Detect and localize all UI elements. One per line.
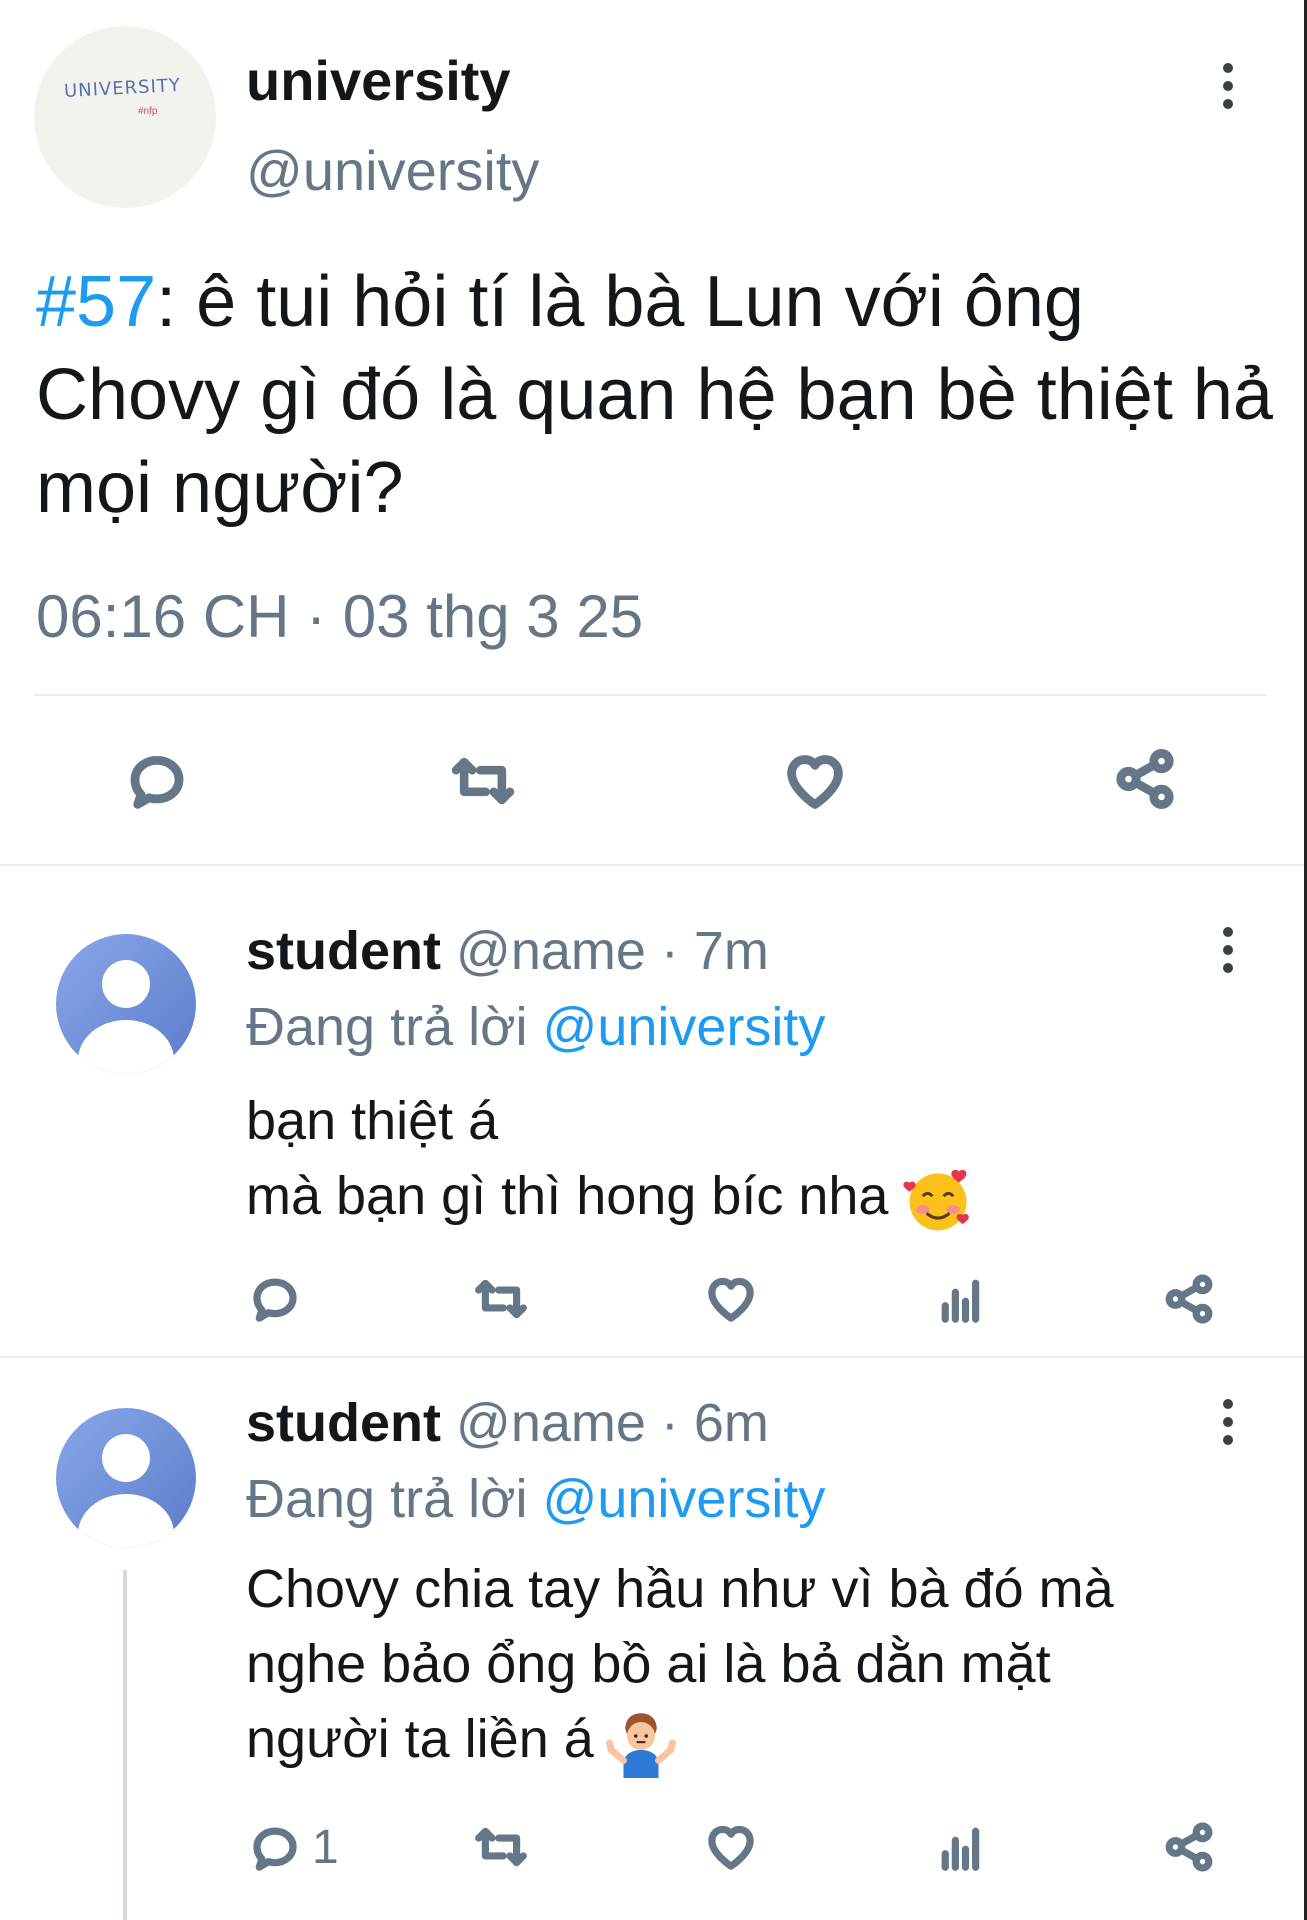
author-name[interactable]: university xyxy=(246,48,511,113)
replying-to: Đang trả lời @university xyxy=(246,996,825,1058)
reply-icon[interactable] xyxy=(248,1272,302,1326)
share-icon[interactable] xyxy=(1112,746,1178,812)
reply-count: 1 xyxy=(312,1821,339,1874)
person-shrugging-icon xyxy=(605,1712,676,1778)
reply-text: Chovy chia tay hầu như vì bà đó mà nghe … xyxy=(246,1552,1276,1778)
replying-prefix: Đang trả lời xyxy=(246,997,543,1057)
reply-line: người ta liền á xyxy=(246,1709,594,1769)
university-avatar[interactable]: UNIVERSITY #nfp xyxy=(34,26,216,208)
analytics-icon[interactable] xyxy=(934,1820,988,1874)
replying-to: Đang trả lời @university xyxy=(246,1468,825,1530)
like-icon[interactable] xyxy=(782,748,848,814)
reply-line: Chovy chia tay hầu như vì bà đó mà xyxy=(246,1559,1114,1619)
reply-line-with-emoji: mà bạn gì thì hong bíc nha xyxy=(246,1159,1276,1238)
reply-line-with-emoji: người ta liền á xyxy=(246,1702,1276,1778)
divider xyxy=(0,864,1304,866)
reply-author-name[interactable]: student xyxy=(246,1393,441,1453)
reply-line: nghe bảo ổng bồ ai là bả dằn mặt xyxy=(246,1634,1051,1694)
mention-link[interactable]: @university xyxy=(543,997,826,1057)
author-handle[interactable]: @university xyxy=(246,138,539,203)
avatar-logo-sub: #nfp xyxy=(138,106,158,117)
avatar-logo-text: UNIVERSITY xyxy=(63,74,182,103)
share-icon[interactable] xyxy=(1162,1272,1216,1326)
retweet-icon[interactable] xyxy=(472,1272,530,1326)
like-icon[interactable] xyxy=(704,1820,758,1874)
retweet-icon[interactable] xyxy=(472,1820,530,1874)
smiling-face-with-hearts-icon xyxy=(903,1169,970,1231)
share-icon[interactable] xyxy=(1162,1820,1216,1874)
retweet-icon[interactable] xyxy=(448,748,518,814)
reply-header: student @name · 7m xyxy=(246,920,769,982)
tweet-timestamp[interactable]: 06:16 CH · 03 thg 3 25 xyxy=(36,582,643,651)
reply-icon[interactable] xyxy=(124,748,190,814)
reply-text: bạn thiệt á mà bạn gì thì hong bíc nha xyxy=(246,1084,1276,1238)
tweet-text: #57: ê tui hỏi tí là bà Lun với ông Chov… xyxy=(36,256,1276,535)
reply-avatar[interactable] xyxy=(56,934,196,1074)
mention-link[interactable]: @university xyxy=(543,1469,826,1529)
reply-avatar[interactable] xyxy=(56,1408,196,1548)
thread-line xyxy=(123,1570,127,1920)
reply-author-name[interactable]: student xyxy=(246,921,441,981)
reply-meta: @name · 6m xyxy=(441,1393,769,1453)
more-options-icon[interactable] xyxy=(1208,56,1248,116)
replying-prefix: Đang trả lời xyxy=(246,1469,543,1529)
reply-line: bạn thiệt á xyxy=(246,1091,499,1151)
divider xyxy=(0,1356,1304,1358)
more-options-icon[interactable] xyxy=(1208,920,1248,980)
hashtag-link[interactable]: #57 xyxy=(36,262,156,342)
reply-meta: @name · 7m xyxy=(441,921,769,981)
tweet-body: : ê tui hỏi tí là bà Lun với ông Chovy g… xyxy=(36,262,1273,528)
reply-header: student @name · 6m xyxy=(246,1392,769,1454)
divider xyxy=(34,694,1266,696)
analytics-icon[interactable] xyxy=(934,1272,988,1326)
reply-line: mà bạn gì thì hong bíc nha xyxy=(246,1166,889,1226)
more-options-icon[interactable] xyxy=(1208,1392,1248,1452)
reply-icon[interactable]: 1 xyxy=(248,1820,339,1875)
like-icon[interactable] xyxy=(704,1272,758,1326)
